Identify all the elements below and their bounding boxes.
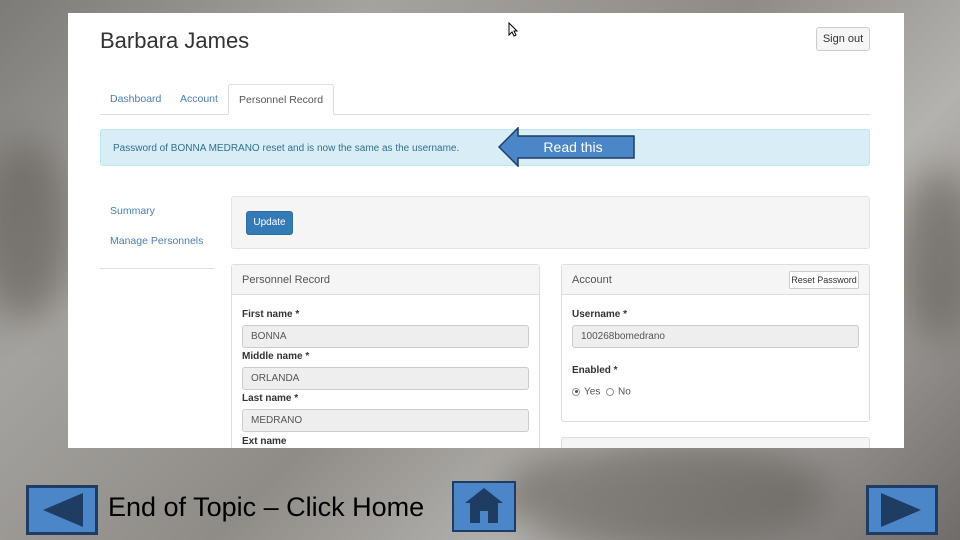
background-shape <box>900 170 960 340</box>
back-button[interactable] <box>26 485 98 535</box>
home-button[interactable] <box>452 481 516 532</box>
last-name-field[interactable]: MEDRANO <box>242 409 529 432</box>
enabled-label: Enabled * <box>572 365 618 376</box>
sidebar-item-summary[interactable]: Summary <box>110 205 155 217</box>
reset-password-button[interactable]: Reset Password <box>789 271 859 289</box>
enabled-no-radio[interactable]: No <box>606 383 631 401</box>
radio-no-label: No <box>618 386 631 398</box>
user-name-heading: Barbara James <box>100 28 250 53</box>
radio-unselected-icon <box>606 387 614 396</box>
sidebar-item-manage-personnels[interactable]: Manage Personnels <box>110 235 203 247</box>
radio-yes-label: Yes <box>584 386 601 398</box>
tab-dashboard[interactable]: Dashboard <box>100 84 171 115</box>
house-icon <box>465 488 503 523</box>
mouse-cursor-icon <box>508 22 518 37</box>
username-field[interactable]: 100268bomedrano <box>572 325 859 348</box>
account-panel-title: Account <box>572 274 612 286</box>
middle-name-label: Middle name * <box>242 351 310 362</box>
slide-caption: End of Topic – Click Home <box>108 492 425 522</box>
update-button[interactable]: Update <box>246 211 293 235</box>
background-shape <box>0 140 70 320</box>
triangle-right-icon <box>881 493 921 527</box>
secondary-panel <box>561 437 870 448</box>
account-panel: Account Reset Password Username * 100268… <box>561 264 870 422</box>
triangle-left-icon <box>43 493 83 527</box>
signout-button[interactable]: Sign out <box>816 27 870 51</box>
username-label: Username * <box>572 309 628 320</box>
info-alert: Password of BONNA MEDRANO reset and is n… <box>100 129 870 166</box>
action-bar: Update <box>231 196 870 249</box>
enabled-radio-group: Yes No <box>572 383 692 397</box>
middle-name-field[interactable]: ORLANDA <box>242 367 529 390</box>
personnel-panel-title: Personnel Record <box>232 265 539 295</box>
first-name-field[interactable]: BONNA <box>242 325 529 348</box>
tab-account[interactable]: Account <box>170 84 228 115</box>
radio-selected-icon <box>572 387 580 396</box>
tab-personnel-record[interactable]: Personnel Record <box>228 84 335 115</box>
screenshot-panel: Barbara James Sign out Dashboard Account… <box>68 13 904 448</box>
ext-name-label: Ext name <box>242 436 287 447</box>
side-nav: Summary Manage Personnels <box>100 199 214 269</box>
account-panel-header: Account Reset Password <box>562 265 869 295</box>
callout-text: Read this <box>543 139 603 155</box>
background-shape <box>500 440 830 540</box>
last-name-label: Last name * <box>242 393 299 404</box>
personnel-record-panel: Personnel Record First name * BONNA Midd… <box>231 264 540 448</box>
secondary-panel-header <box>562 438 869 448</box>
forward-button[interactable] <box>866 485 938 535</box>
tab-bar: Dashboard Account Personnel Record <box>100 84 870 115</box>
enabled-yes-radio[interactable]: Yes <box>572 383 600 401</box>
first-name-label: First name * <box>242 309 300 320</box>
